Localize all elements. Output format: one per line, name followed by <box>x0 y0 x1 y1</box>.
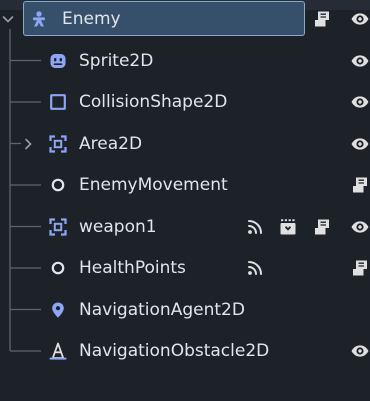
signals-icon[interactable] <box>245 258 265 278</box>
visibility-eye-icon[interactable] <box>350 92 370 112</box>
scene-node-row-health-points[interactable]: HealthPoints <box>0 248 370 288</box>
scene-node-label: EnemyMovement <box>79 175 228 195</box>
visibility-eye-icon[interactable] <box>350 9 370 29</box>
scene-node-label: weapon1 <box>79 216 157 237</box>
scene-node-row-navigation-obstacle2-d[interactable]: NavigationObstacle2D <box>0 331 370 371</box>
visibility-eye-icon[interactable] <box>350 134 370 154</box>
script-icon[interactable] <box>312 9 332 29</box>
navigation-agent-2d-icon <box>49 301 67 319</box>
collapse-arrow-icon[interactable] <box>1 11 15 27</box>
scene-node-label: NavigationAgent2D <box>79 299 245 320</box>
node-icon <box>49 259 67 277</box>
character-body-2d-icon <box>30 10 48 28</box>
scene-node-label: Enemy <box>62 9 121 29</box>
visibility-eye-icon[interactable] <box>350 51 370 71</box>
area-2d-icon <box>49 217 67 236</box>
scene-node-row-navigation-agent2-d[interactable]: NavigationAgent2D <box>0 290 370 330</box>
node-icon <box>49 176 67 194</box>
scene-node-label: NavigationObstacle2D <box>79 341 270 361</box>
script-icon[interactable] <box>350 175 370 195</box>
scene-node-label: Area2D <box>79 133 143 154</box>
scene-node-row-sprite2-d[interactable]: Sprite2D <box>0 41 370 81</box>
sprite-2d-icon <box>49 52 67 70</box>
visibility-eye-icon[interactable] <box>350 341 370 361</box>
scene-node-row-collision-shape2-d[interactable]: CollisionShape2D <box>0 82 370 122</box>
scene-node-label: HealthPoints <box>79 258 186 278</box>
script-icon[interactable] <box>350 258 370 278</box>
scene-node-label: Sprite2D <box>79 50 154 71</box>
scene-node-label: CollisionShape2D <box>79 92 228 112</box>
area-2d-icon <box>49 134 67 153</box>
scene-node-row-enemy[interactable]: Enemy <box>0 0 370 39</box>
script-icon[interactable] <box>312 217 332 237</box>
navigation-obstacle-2d-icon <box>49 342 67 360</box>
visibility-eye-icon[interactable] <box>350 217 370 237</box>
scene-node-row-area2-d[interactable]: Area2D <box>0 124 370 164</box>
scene-tree-panel: Enemy Sprite2D CollisionShape2D Area2D E… <box>0 0 370 401</box>
groups-icon[interactable] <box>278 217 298 237</box>
scene-node-row-weapon1[interactable]: weapon1 <box>0 207 370 247</box>
scene-node-row-enemy-movement[interactable]: EnemyMovement <box>0 165 370 205</box>
expand-arrow-icon[interactable] <box>21 136 35 152</box>
collision-shape-2d-icon <box>49 93 67 111</box>
signals-icon[interactable] <box>245 217 265 237</box>
